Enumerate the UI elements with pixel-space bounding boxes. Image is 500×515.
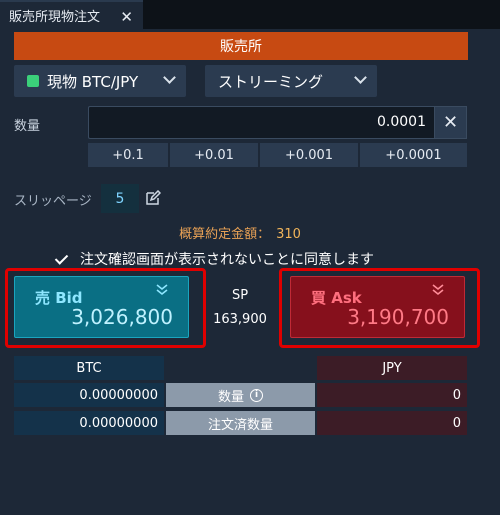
estimated-amount: 概算約定金額： 310 xyxy=(0,223,480,242)
skip-confirm-checkbox[interactable]: 注文確認画面が表示されないことに同意します xyxy=(55,249,374,269)
quantity-row-label: 数量 i xyxy=(166,383,315,407)
jpy-column-header: JPY xyxy=(317,356,467,380)
clear-quantity-button[interactable]: ✕ xyxy=(434,106,467,139)
slippage-value: 5 xyxy=(101,184,139,213)
ask-buy-button[interactable]: 買 Ask 3,190,700 xyxy=(290,276,465,338)
quantity-input[interactable]: 0.0001 xyxy=(88,106,434,139)
double-chevron-down-icon xyxy=(156,284,168,296)
slippage-label: スリッページ xyxy=(14,194,92,209)
bid-price: 3,026,800 xyxy=(71,305,173,329)
tab-title: 販売所現物注文 xyxy=(9,10,101,25)
mode-select[interactable]: ストリーミング xyxy=(205,65,377,97)
spread-label: SP xyxy=(231,288,249,303)
close-icon: ✕ xyxy=(442,112,459,133)
estimated-amount-value: 310 xyxy=(276,227,301,242)
skip-confirm-label: 注文確認画面が表示されないことに同意します xyxy=(80,252,374,268)
edit-icon[interactable] xyxy=(145,190,161,206)
exchange-banner: 販売所 xyxy=(14,32,468,60)
pair-indicator-icon xyxy=(27,75,39,87)
bid-sell-button[interactable]: 売 Bid 3,026,800 xyxy=(14,276,189,338)
double-chevron-down-icon xyxy=(432,284,444,296)
jpy-ordered-value: 0 xyxy=(317,411,467,435)
pair-select-value: 現物 BTC/JPY xyxy=(47,72,139,91)
ask-price: 3,190,700 xyxy=(347,305,449,329)
checkmark-icon xyxy=(55,252,70,267)
chevron-down-icon xyxy=(354,71,367,84)
increment-button[interactable]: +0.01 xyxy=(170,143,258,167)
pair-select[interactable]: 現物 BTC/JPY xyxy=(14,65,186,97)
estimated-amount-label: 概算約定金額： xyxy=(179,227,271,242)
increment-button[interactable]: +0.001 xyxy=(260,143,358,167)
increment-button[interactable]: +0.1 xyxy=(88,143,168,167)
increment-button[interactable]: +0.0001 xyxy=(360,143,467,167)
quantity-label: 数量 xyxy=(14,119,41,134)
quantity-row-label-text: 数量 xyxy=(217,389,244,405)
mode-select-value: ストリーミング xyxy=(218,72,324,91)
ordered-quantity-label-text: 注文済数量 xyxy=(207,417,273,433)
tab-bar: 販売所現物注文 ✕ xyxy=(0,0,500,29)
ordered-quantity-row-label: 注文済数量 xyxy=(166,411,315,435)
tab-spot-order[interactable]: 販売所現物注文 ✕ xyxy=(0,0,143,29)
jpy-quantity-value: 0 xyxy=(317,383,467,407)
btc-quantity-value: 0.00000000 xyxy=(14,383,164,407)
btc-column-header: BTC xyxy=(14,356,164,380)
chevron-down-icon xyxy=(163,71,176,84)
banner-label: 販売所 xyxy=(220,39,262,55)
close-icon[interactable]: ✕ xyxy=(120,8,133,26)
info-icon[interactable]: i xyxy=(250,388,263,402)
spread-value: 163,900 xyxy=(213,312,267,327)
btc-ordered-value: 0.00000000 xyxy=(14,411,164,435)
